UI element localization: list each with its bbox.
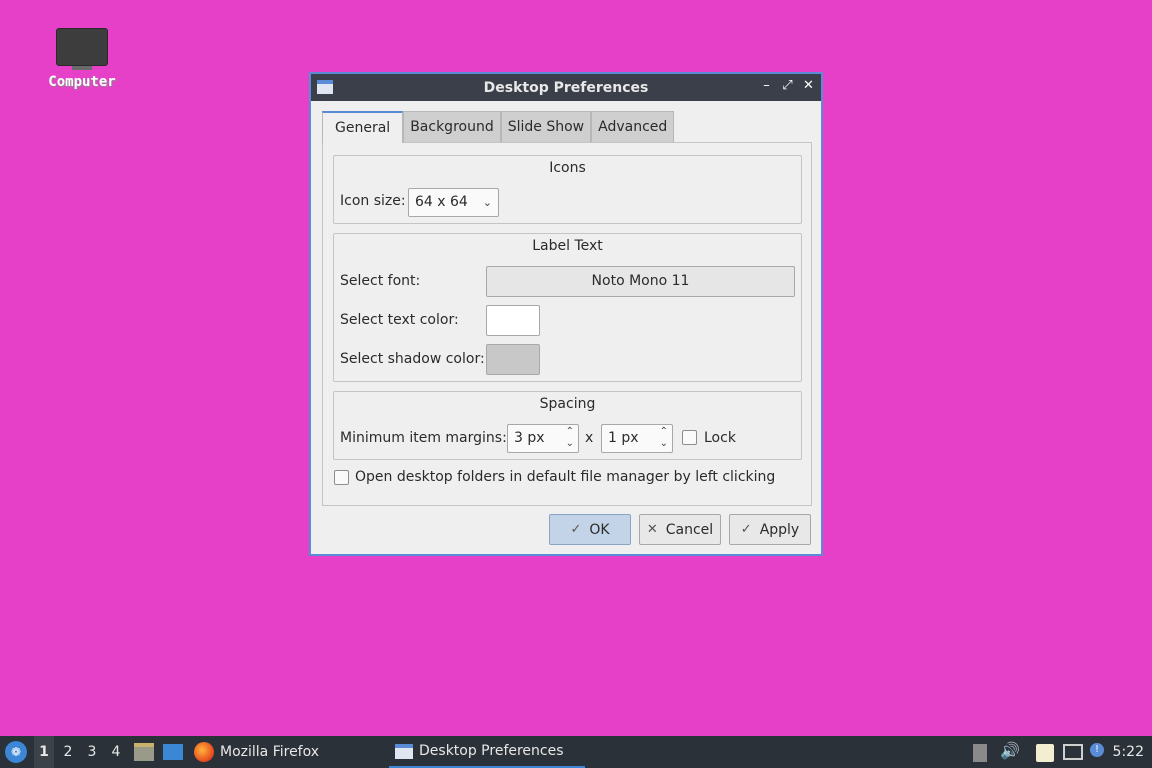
select-text-color-label: Select text color: xyxy=(340,312,459,328)
tab-background[interactable]: Background xyxy=(403,111,501,142)
label-text-group: Label Text Select font: Noto Mono 11 Sel… xyxy=(333,233,802,382)
shadow-color-button[interactable] xyxy=(486,344,540,375)
taskbar: ❁ 1 2 3 4 Mozilla Firefox Desktop Prefer… xyxy=(0,736,1152,768)
window-icon xyxy=(395,743,413,759)
open-folders-checkbox[interactable] xyxy=(334,470,349,485)
workspace-2[interactable]: 2 xyxy=(58,736,78,768)
battery-icon[interactable] xyxy=(973,744,987,762)
clock[interactable]: 5:22 xyxy=(1113,736,1144,768)
tab-advanced[interactable]: Advanced xyxy=(591,111,675,142)
show-desktop-icon[interactable] xyxy=(163,744,183,760)
tab-slide-show[interactable]: Slide Show xyxy=(500,111,592,142)
lock-checkbox[interactable] xyxy=(682,430,697,445)
spin-arrows-icon[interactable]: ⌃ ⌄ xyxy=(660,426,668,450)
cancel-button-label: Cancel xyxy=(665,521,714,538)
check-icon: ✓ xyxy=(570,522,582,537)
icon-size-label: Icon size: xyxy=(340,193,406,209)
margin-y-spinbox[interactable]: 1 px ⌃ ⌄ xyxy=(601,424,673,453)
volume-icon[interactable]: 🔊 xyxy=(1000,741,1020,760)
general-tab-panel: Icons Icon size: 64 x 64 ⌄ Label Text Se… xyxy=(322,142,812,506)
computer-icon xyxy=(56,24,108,70)
file-manager-icon[interactable] xyxy=(134,743,154,761)
task-desktop-preferences-label: Desktop Preferences xyxy=(419,743,564,759)
network-icon[interactable] xyxy=(1063,744,1083,760)
lock-label: Lock xyxy=(704,430,736,446)
ok-button-label: OK xyxy=(589,521,610,538)
maximize-icon[interactable]: ⤢ xyxy=(781,78,794,93)
minimize-icon[interactable]: – xyxy=(760,78,773,93)
select-shadow-color-label: Select shadow color: xyxy=(340,351,485,367)
tab-general[interactable]: General xyxy=(322,111,404,143)
icon-size-select[interactable]: 64 x 64 ⌄ xyxy=(408,188,499,217)
titlebar[interactable]: Desktop Preferences – ⤢ ✕ xyxy=(311,74,821,101)
close-icon[interactable]: ✕ xyxy=(802,78,815,93)
apply-button-label: Apply xyxy=(759,521,800,538)
spacing-group-title: Spacing xyxy=(539,396,596,412)
firefox-icon xyxy=(194,742,214,762)
window-icon xyxy=(317,80,333,94)
check-icon: ✓ xyxy=(740,522,752,537)
text-color-button[interactable] xyxy=(486,305,540,336)
select-font-label: Select font: xyxy=(340,273,421,289)
task-firefox[interactable]: Mozilla Firefox xyxy=(194,736,319,768)
icon-size-value: 64 x 64 xyxy=(415,194,468,210)
margin-separator: x xyxy=(585,430,594,446)
spacing-group: Spacing Minimum item margins: 3 px ⌃ ⌄ x … xyxy=(333,391,802,460)
cancel-button[interactable]: ✕ Cancel xyxy=(639,514,721,545)
workspace-4[interactable]: 4 xyxy=(106,736,126,768)
open-folders-label: Open desktop folders in default file man… xyxy=(355,469,776,485)
task-firefox-label: Mozilla Firefox xyxy=(220,744,320,760)
chevron-down-icon: ⌄ xyxy=(482,196,492,209)
margin-y-value: 1 px xyxy=(608,430,639,446)
ok-button[interactable]: ✓ OK xyxy=(549,514,631,545)
minimum-item-margins-label: Minimum item margins: xyxy=(340,430,507,446)
task-desktop-preferences[interactable]: Desktop Preferences xyxy=(389,736,585,768)
font-picker-button[interactable]: Noto Mono 11 xyxy=(486,266,795,297)
desktop-preferences-window: Desktop Preferences – ⤢ ✕ General Backgr… xyxy=(309,72,823,556)
desktop-icon-computer[interactable]: Computer xyxy=(40,24,124,90)
window-title: Desktop Preferences xyxy=(483,79,649,96)
icons-group-title: Icons xyxy=(549,160,586,176)
workspace-1[interactable]: 1 xyxy=(34,736,54,768)
clipboard-icon[interactable] xyxy=(1036,744,1054,762)
workspace-3[interactable]: 3 xyxy=(82,736,102,768)
margin-x-spinbox[interactable]: 3 px ⌃ ⌄ xyxy=(507,424,579,453)
margin-x-value: 3 px xyxy=(514,430,545,446)
spin-arrows-icon[interactable]: ⌃ ⌄ xyxy=(566,426,574,450)
notification-icon[interactable]: ! xyxy=(1090,743,1104,757)
label-text-group-title: Label Text xyxy=(532,238,603,254)
icons-group: Icons Icon size: 64 x 64 ⌄ xyxy=(333,155,802,224)
close-icon: ✕ xyxy=(646,522,658,537)
desktop-icon-label: Computer xyxy=(48,74,116,90)
apply-button[interactable]: ✓ Apply xyxy=(729,514,811,545)
tab-bar: General Background Slide Show Advanced xyxy=(322,111,675,143)
start-menu-icon[interactable]: ❁ xyxy=(5,741,27,763)
